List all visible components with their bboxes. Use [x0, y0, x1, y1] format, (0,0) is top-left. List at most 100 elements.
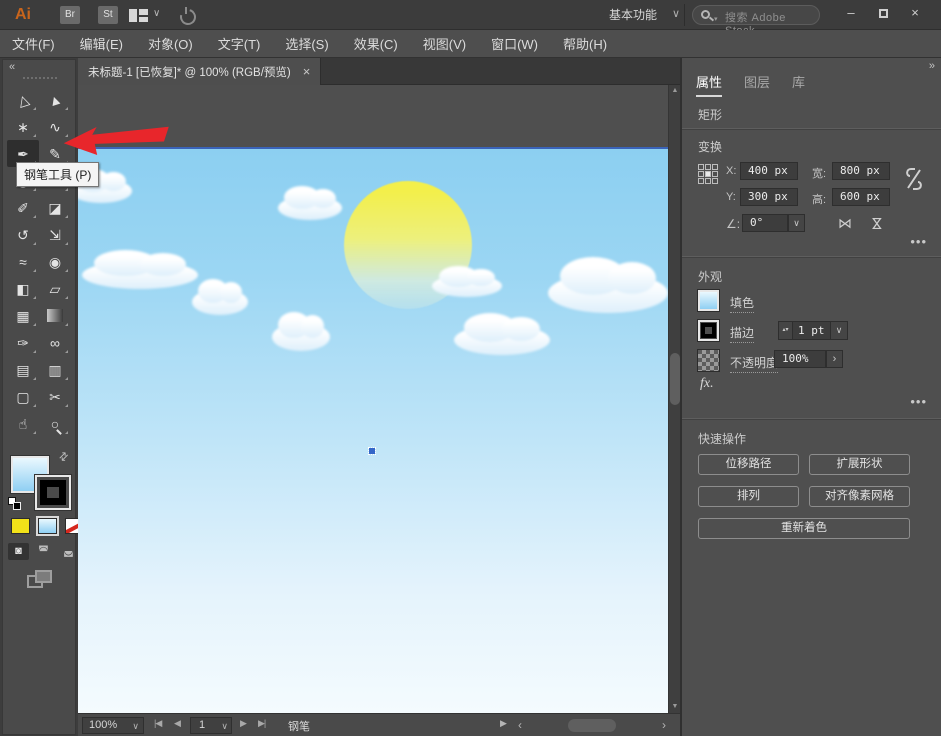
cloud-artwork-3[interactable] — [192, 289, 248, 315]
appearance-fill-swatch[interactable] — [698, 290, 719, 311]
workspace-switcher[interactable]: 基本功能 — [594, 5, 672, 25]
quick-action-button-1[interactable]: 扩展形状 — [809, 454, 910, 475]
panel-tab-1[interactable]: 图层 — [744, 72, 770, 97]
fx-button[interactable]: fx. — [700, 376, 714, 392]
draw-behind-mode[interactable]: ◚ — [33, 543, 54, 560]
menu-item-7[interactable]: 窗口(W) — [491, 34, 538, 53]
rotation-dropdown-icon[interactable]: ∨ — [788, 214, 805, 232]
slice-tool[interactable]: ✂ — [39, 383, 71, 410]
fill-label[interactable]: 填色 — [730, 294, 754, 313]
gradient-tool[interactable] — [39, 302, 71, 329]
artboard[interactable] — [78, 147, 668, 713]
menu-item-2[interactable]: 对象(O) — [148, 34, 193, 53]
opacity-field[interactable]: 100% — [774, 350, 826, 368]
menu-item-5[interactable]: 效果(C) — [354, 34, 398, 53]
stock-button[interactable]: St — [98, 6, 118, 24]
cloud-artwork-1[interactable] — [278, 196, 342, 220]
symbol-sprayer-tool[interactable]: ▤ — [7, 356, 39, 383]
puppet-warp-tool[interactable]: ◉ — [39, 248, 71, 275]
hand-tool[interactable]: ☝ — [7, 410, 39, 437]
menu-item-8[interactable]: 帮助(H) — [563, 34, 607, 53]
pencil-tool[interactable]: ✐ — [7, 194, 39, 221]
reference-point-grid[interactable] — [698, 164, 718, 184]
draw-inside-mode[interactable]: ◛ — [58, 543, 79, 560]
swap-fill-stroke-icon[interactable]: ⇄ — [56, 449, 72, 465]
screen-mode-button[interactable] — [27, 570, 53, 590]
maximize-button[interactable] — [867, 2, 899, 24]
selection-center-anchor[interactable] — [369, 448, 375, 454]
column-graph-tool[interactable]: ▥ — [39, 356, 71, 383]
menu-item-0[interactable]: 文件(F) — [12, 34, 55, 53]
menu-item-6[interactable]: 视图(V) — [423, 34, 466, 53]
width-tool[interactable]: ≈ — [7, 248, 39, 275]
draw-normal-mode[interactable]: ◙ — [8, 543, 29, 560]
color-swatch-yellow[interactable] — [11, 518, 30, 534]
stroke-color-swatch[interactable] — [35, 475, 71, 510]
stepper-arrows-icon[interactable]: ▴▾ — [778, 321, 793, 340]
panel-tab-0[interactable]: 属性 — [696, 72, 722, 97]
default-fill-stroke-icon[interactable] — [8, 497, 22, 511]
appearance-stroke-swatch[interactable] — [698, 320, 719, 341]
vertical-scrollbar[interactable]: ▲ ▼ — [668, 85, 680, 713]
quick-action-button-3[interactable]: 对齐像素网格 — [809, 486, 910, 507]
collapse-panel-button[interactable]: » — [929, 60, 933, 72]
minimize-button[interactable]: – — [835, 2, 867, 24]
menu-item-4[interactable]: 选择(S) — [285, 34, 328, 53]
eraser-tool[interactable]: ◪ — [39, 194, 71, 221]
y-position-field[interactable]: 300 px — [740, 188, 798, 206]
flip-vertical-icon[interactable]: ⋈ — [869, 217, 886, 231]
opacity-options-icon[interactable]: › — [826, 350, 843, 368]
status-menu-arrow-icon[interactable]: ▶ — [500, 718, 507, 729]
horizontal-scroll-thumb[interactable] — [568, 719, 616, 732]
panel-tab-2[interactable]: 库 — [792, 72, 805, 97]
tools-panel-grip[interactable] — [23, 77, 57, 81]
appearance-more-options-icon[interactable]: ••• — [910, 394, 927, 409]
opacity-label[interactable]: 不透明度 — [730, 354, 778, 373]
gradient-swatch-selected[interactable] — [38, 518, 57, 534]
quick-action-button-4[interactable]: 重新着色 — [698, 518, 910, 539]
direct-selection-tool[interactable]: ▲ — [39, 86, 71, 113]
stroke-weight-stepper[interactable]: ▴▾ 1 pt ∨ — [778, 321, 848, 340]
blend-tool[interactable]: ∞ — [39, 329, 71, 356]
document-tab[interactable]: 未标题-1 [已恢复]* @ 100% (RGB/预览) × — [78, 58, 321, 85]
rotate-tool[interactable]: ↺ — [7, 221, 39, 248]
cloud-artwork-6[interactable] — [454, 325, 550, 355]
bridge-button[interactable]: Br — [60, 6, 80, 24]
adobe-stock-search[interactable]: ▾ 搜索 Adobe Stock — [692, 5, 820, 25]
tab-close-icon[interactable]: × — [303, 64, 311, 79]
vertical-scroll-thumb[interactable] — [670, 353, 680, 405]
eyedropper-tool[interactable]: ✑ — [7, 329, 39, 356]
flip-horizontal-icon[interactable]: ⋈ — [838, 215, 852, 232]
height-field[interactable]: 600 px — [832, 188, 890, 206]
workspace-chevron-icon[interactable]: ∨ — [672, 7, 680, 20]
shape-builder-tool[interactable]: ◧ — [7, 275, 39, 302]
menu-item-1[interactable]: 编辑(E) — [80, 34, 123, 53]
close-button[interactable]: × — [899, 2, 931, 24]
horizontal-scrollbar[interactable]: ‹ › — [516, 717, 668, 734]
magic-wand-tool[interactable]: ∗ — [7, 113, 39, 140]
cloud-artwork-7[interactable] — [548, 273, 668, 313]
stroke-weight-value[interactable]: 1 pt — [793, 321, 831, 340]
transform-more-options-icon[interactable]: ••• — [910, 234, 927, 249]
width-field[interactable]: 800 px — [832, 162, 890, 180]
canvas-viewport[interactable] — [78, 85, 668, 713]
perspective-grid-tool[interactable]: ▱ — [39, 275, 71, 302]
quick-action-button-0[interactable]: 位移路径 — [698, 454, 799, 475]
scale-tool[interactable]: ⇲ — [39, 221, 71, 248]
cloud-artwork-5[interactable] — [432, 275, 502, 297]
scroll-right-icon[interactable]: › — [662, 718, 666, 732]
zoom-tool[interactable]: ○ — [39, 410, 71, 437]
stroke-label[interactable]: 描边 — [730, 324, 754, 343]
arrange-documents-chevron-icon[interactable]: ∨ — [153, 8, 160, 19]
selection-tool[interactable]: △ — [7, 86, 39, 113]
x-position-field[interactable]: 400 px — [740, 162, 798, 180]
scroll-left-icon[interactable]: ‹ — [518, 718, 522, 732]
cloud-artwork-2[interactable] — [82, 261, 198, 289]
constrain-proportions-icon[interactable] — [904, 166, 924, 192]
arrange-documents-icon[interactable] — [129, 9, 148, 22]
artboard-tool[interactable]: ▢ — [7, 383, 39, 410]
quick-action-button-2[interactable]: 排列 — [698, 486, 799, 507]
mesh-tool[interactable]: ▦ — [7, 302, 39, 329]
opacity-checker-icon[interactable] — [698, 350, 719, 371]
menu-item-3[interactable]: 文字(T) — [218, 34, 261, 53]
